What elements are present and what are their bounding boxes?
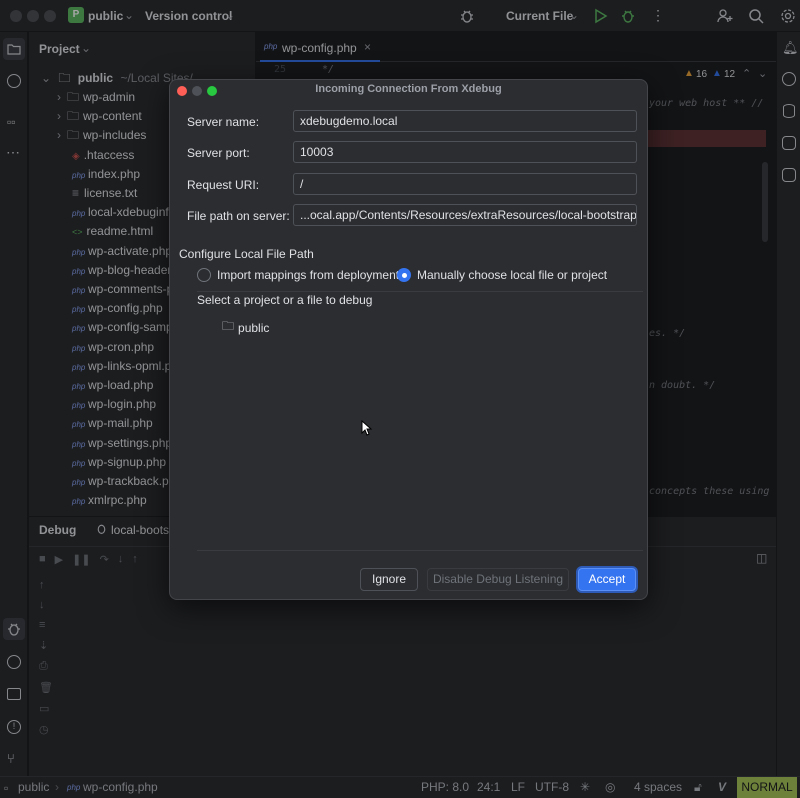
section-title: Configure Local File Path <box>179 247 314 261</box>
request-uri-label: Request URI: <box>187 178 260 192</box>
radio-import-label: Import mappings from deployment <box>217 268 400 282</box>
tree-item-label: public <box>238 320 270 335</box>
server-port-label: Server port: <box>187 146 250 160</box>
file-path-label: File path on server: <box>187 209 290 223</box>
file-path-field[interactable]: ...ocal.app/Contents/Resources/extraReso… <box>293 204 637 226</box>
radio-import-option[interactable]: Import mappings from deployment <box>197 268 399 282</box>
ignore-button[interactable]: Ignore <box>360 568 418 591</box>
radio-manual-option[interactable]: Manually choose local file or project <box>397 268 607 282</box>
divider <box>197 291 643 292</box>
radio-manual-label: Manually choose local file or project <box>417 268 608 282</box>
server-name-field[interactable]: xdebugdemo.local <box>293 110 637 132</box>
divider <box>197 550 643 551</box>
request-uri-field[interactable]: / <box>293 173 637 195</box>
xdebug-connection-dialog: Incoming Connection From Xdebug Server n… <box>169 79 648 600</box>
disable-debug-listening-button[interactable]: Disable Debug Listening <box>427 568 569 591</box>
radio-unchecked <box>197 268 211 282</box>
server-port-field[interactable]: 10003 <box>293 141 637 163</box>
radio-checked <box>397 268 411 282</box>
mouse-cursor-icon <box>361 420 373 436</box>
accept-button[interactable]: Accept <box>578 568 636 591</box>
server-name-label: Server name: <box>187 115 260 129</box>
folder-icon: 🗀︎ <box>222 319 235 333</box>
dialog-title: Incoming Connection From Xdebug <box>315 83 502 95</box>
select-hint: Select a project or a file to debug <box>197 293 373 307</box>
tree-item-public[interactable]: 🗀︎ public <box>222 317 269 338</box>
